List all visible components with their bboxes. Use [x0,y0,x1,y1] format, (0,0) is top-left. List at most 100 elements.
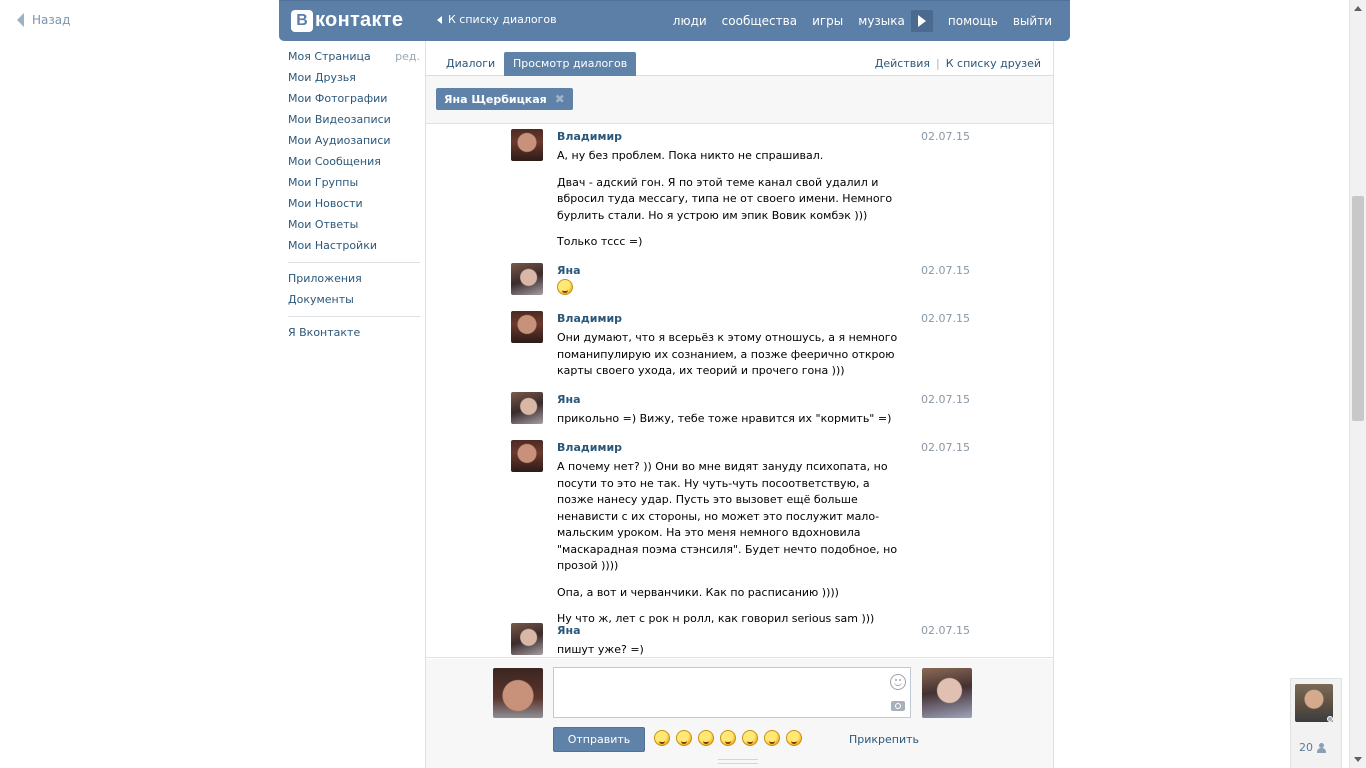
back-label: Назад [32,13,71,27]
friends-online-widget[interactable]: 20 [1290,678,1342,768]
to-friends-link[interactable]: К списку друзей [946,57,1041,70]
friends-count[interactable]: 20 [1299,741,1326,754]
chevron-left-icon [437,15,442,24]
message-input[interactable] [553,667,911,718]
scroll-down-icon[interactable] [1354,757,1362,762]
send-button[interactable]: Отправить [553,727,645,752]
message-author[interactable]: Яна [557,393,581,406]
surprised-emoji-icon[interactable] [676,730,692,746]
message-date[interactable]: 02.07.15 [921,624,970,637]
message-date[interactable]: 02.07.15 [921,441,970,454]
edit-link[interactable]: ред. [395,49,420,70]
menu-my-settings[interactable]: Мои Настройки [288,238,420,259]
message-text: Опа, а вот и черванчики. Как по расписан… [557,585,839,599]
peer-avatar[interactable] [922,668,972,718]
message-date[interactable]: 02.07.15 [921,130,970,143]
tab-bar: Диалоги Просмотр диалогов Действия | К с… [426,41,1053,76]
menu-apps[interactable]: Приложения [288,271,420,292]
nav-logout[interactable]: выйти [1013,14,1052,28]
message-text: Они думают, что я всерьёз к этому отношу… [557,331,898,377]
avatar[interactable] [511,623,543,655]
smiling-emoji-icon[interactable] [720,730,736,746]
menu-my-videos[interactable]: Мои Видеозаписи [288,112,420,133]
message-author[interactable]: Владимир [557,130,622,143]
message-body: пишут уже? =) [557,642,905,657]
message-item: Владимир 02.07.15 А почему нет? )) Они в… [511,436,971,625]
menu-my-news[interactable]: Мои Новости [288,196,420,217]
my-avatar[interactable] [493,668,543,718]
actions-separator: | [936,57,940,70]
message-author[interactable]: Владимир [557,441,622,454]
camera-icon[interactable] [891,701,905,711]
message-body: Они думают, что я всерьёз к этому отношу… [557,330,905,390]
resize-grip[interactable] [718,759,758,764]
message-author[interactable]: Яна [557,624,581,637]
message-text: А почему нет? )) Они во мне видят зануду… [557,460,898,572]
worried-emoji-icon[interactable] [742,730,758,746]
logo[interactable]: В контакте [291,9,403,32]
friends-count-value: 20 [1299,741,1313,754]
menu-my-friends[interactable]: Мои Друзья [288,70,420,91]
scroll-thumb[interactable] [1352,196,1364,421]
message-body [557,279,905,296]
message-author[interactable]: Яна [557,264,581,277]
peer-chip[interactable]: Яна Щербицкая ✖ [436,88,573,110]
message-text: Только тссс =) [557,235,643,248]
avatar[interactable] [511,392,543,424]
message-history[interactable]: Владимир 02.07.15 А, ну без проблем. Пок… [426,125,1053,658]
page-scrollbar[interactable] [1349,0,1366,768]
quick-emoji-bar [654,730,802,746]
message-item: Владимир 02.07.15 Они думают, что я всер… [511,307,971,385]
nav-help[interactable]: помощь [948,14,998,28]
left-menu: Моя Страница ред. Мои Друзья Мои Фотогра… [288,49,420,346]
chevron-left-icon [17,13,24,27]
site-header: В контакте К списку диалогов люди сообще… [279,0,1070,41]
nav-communities[interactable]: сообщества [722,14,797,28]
back-link[interactable]: Назад [17,13,70,27]
laughing-emoji-icon [557,279,573,295]
menu-divider [288,316,420,317]
person-icon [1317,742,1326,753]
peer-bar: Яна Щербицкая ✖ [426,76,1053,124]
tab-dialogs[interactable]: Диалоги [437,52,504,76]
menu-my-page[interactable]: Моя Страница ред. [288,49,420,70]
avatar[interactable] [511,129,543,161]
menu-divider [288,262,420,263]
menu-about-vk[interactable]: Я Вконтакте [288,325,420,346]
tab-view-dialogs[interactable]: Просмотр диалогов [504,52,637,76]
message-date[interactable]: 02.07.15 [921,312,970,325]
attach-link[interactable]: Прикрепить [849,733,919,746]
to-dialogs-link[interactable]: К списку диалогов [437,13,557,26]
message-body: прикольно =) Вижу, тебе тоже нравится их… [557,411,905,438]
menu-my-audio[interactable]: Мои Аудиозаписи [288,133,420,154]
message-date[interactable]: 02.07.15 [921,393,970,406]
avatar[interactable] [511,263,543,295]
message-item: Яна 02.07.15 [511,259,971,303]
music-play-button[interactable] [910,10,933,32]
smirk-emoji-icon[interactable] [764,730,780,746]
menu-documents[interactable]: Документы [288,292,420,313]
menu-my-groups[interactable]: Мои Группы [288,175,420,196]
message-item: Владимир 02.07.15 А, ну без проблем. Пок… [511,125,971,255]
menu-my-messages[interactable]: Мои Сообщения [288,154,420,175]
message-text: А, ну без проблем. Пока никто не спрашив… [557,149,824,162]
actions-link[interactable]: Действия [875,57,930,70]
close-icon[interactable]: ✖ [555,92,565,106]
astonished-emoji-icon[interactable] [786,730,802,746]
avatar[interactable] [511,440,543,472]
main-panel: Диалоги Просмотр диалогов Действия | К с… [425,41,1054,768]
message-date[interactable]: 02.07.15 [921,264,970,277]
laughing-emoji-icon[interactable] [654,730,670,746]
message-author[interactable]: Владимир [557,312,622,325]
avatar[interactable] [511,311,543,343]
message-item: Яна 02.07.15 пишут уже? =) [511,619,971,657]
message-text: прикольно =) Вижу, тебе тоже нравится их… [557,412,892,425]
scroll-up-icon[interactable] [1354,6,1362,11]
menu-my-photos[interactable]: Мои Фотографии [288,91,420,112]
nav-games[interactable]: игры [812,14,843,28]
menu-my-answers[interactable]: Мои Ответы [288,217,420,238]
grinning-emoji-icon[interactable] [698,730,714,746]
nav-people[interactable]: люди [673,14,707,28]
nav-music[interactable]: музыка [858,14,905,28]
smile-icon[interactable] [890,674,906,690]
